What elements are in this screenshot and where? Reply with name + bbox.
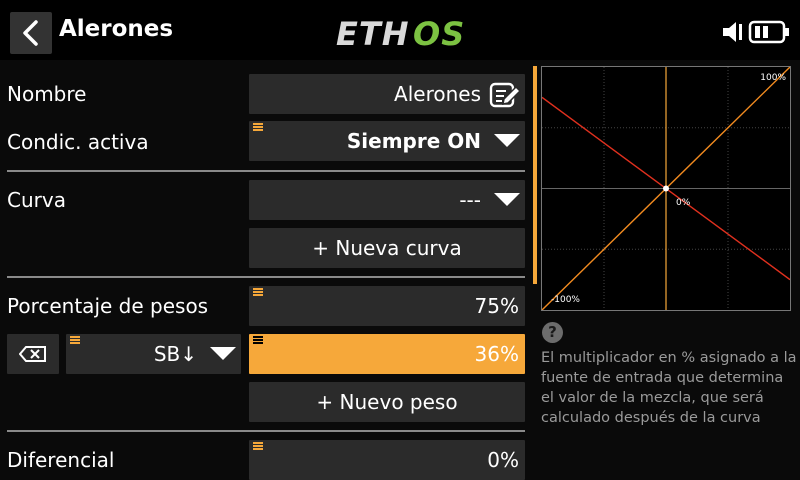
chevron-left-icon [23,20,38,46]
new-curve-button[interactable]: + Nueva curva [249,228,525,268]
link-mark-icon [253,123,263,131]
nombre-value: Alerones [394,82,481,106]
weight-value: 36% [474,342,519,366]
new-weight-button[interactable]: + Nuevo peso [249,382,525,422]
weight-source-dropdown[interactable]: SB↓ [66,334,241,374]
top-bar: Alerones ETH OS [0,0,800,60]
diferencial-value: 0% [487,448,519,472]
curve-plot [542,67,790,310]
nombre-label: Nombre [7,82,87,106]
speaker-icon [723,22,742,42]
chart-label-top: 100% [760,73,786,83]
status-icons [722,20,790,44]
chart-label-bottom: -100% [551,295,580,305]
link-mark-icon [253,442,263,450]
page-title: Alerones [59,16,174,42]
chart-label-center: 0% [676,198,691,208]
center-point [663,185,669,192]
new-weight-label: + Nuevo peso [316,390,458,414]
condicion-label: Condic. activa [7,130,149,154]
link-mark-icon [70,336,80,344]
curva-value: --- [459,188,481,212]
help-icon[interactable]: ? [542,322,563,343]
svg-text:OS: OS [413,15,465,53]
chevron-down-icon [210,347,236,360]
chevron-down-icon [494,134,520,147]
backspace-icon [19,346,46,362]
curva-dropdown[interactable]: --- [249,180,525,220]
diferencial-label: Diferencial [7,448,115,472]
ethos-logo: ETH OS [336,15,465,53]
help-text: El multiplicador en % asignado a la fuen… [541,350,797,426]
new-curve-label: + Nueva curva [312,236,462,260]
divider [7,170,525,172]
pesos-label: Porcentaje de pesos [7,294,209,318]
diferencial-field[interactable]: 0% [249,440,525,480]
condicion-value: Siempre ON [346,129,481,153]
pesos-field[interactable]: 75% [249,286,525,326]
delete-weight-button[interactable] [7,334,59,374]
curva-label: Curva [7,188,66,212]
divider [7,430,525,432]
condicion-dropdown[interactable]: Siempre ON [249,121,525,161]
divider [7,276,525,278]
chevron-down-icon [494,193,520,206]
weight-value-field[interactable]: 36% [249,334,525,374]
link-mark-icon [253,336,263,344]
weight-source-value: SB↓ [153,342,197,366]
pesos-value: 75% [474,294,519,318]
scrollbar[interactable] [533,66,537,284]
battery-icon [748,20,789,44]
link-mark-icon [253,288,263,296]
back-button[interactable] [10,12,52,54]
svg-text:ETH: ETH [336,15,409,53]
edit-icon [489,82,521,108]
curve-chart: 100% 0% -100% [541,66,791,311]
nombre-field[interactable]: Alerones [249,74,525,114]
